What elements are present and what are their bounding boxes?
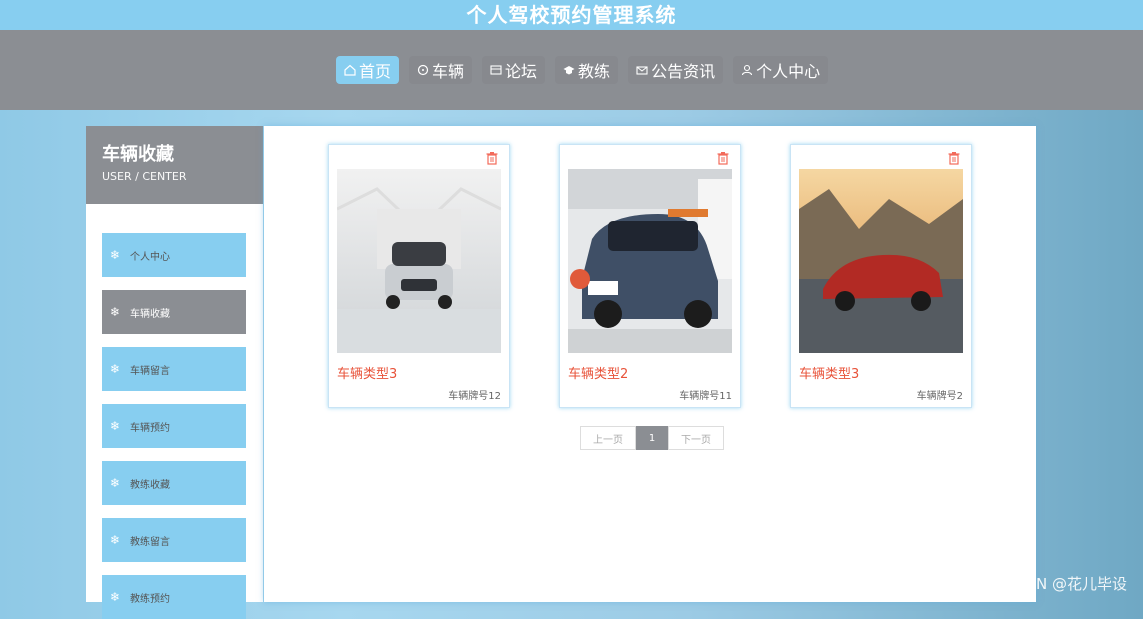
nav-label: 公告资讯: [651, 62, 716, 81]
app-title: 个人驾校预约管理系统: [466, 3, 677, 27]
sidebar: 车辆收藏 USER / CENTER ❄ 个人中心 ❄ 车辆收藏 ❄ 车辆留言 …: [86, 126, 263, 619]
trash-icon[interactable]: [716, 151, 730, 165]
graduation-cap-icon: [563, 66, 575, 75]
snowflake-icon: ❄: [110, 533, 121, 547]
snowflake-icon: ❄: [110, 305, 121, 319]
vehicle-card[interactable]: 车辆类型3 车辆牌号12: [328, 144, 510, 408]
nav-menu: 首页 车辆 论坛 教练 公告资讯 个人中心: [336, 56, 829, 84]
sidebar-subtitle: USER / CENTER: [102, 170, 187, 183]
nav-forum[interactable]: 论坛: [482, 56, 546, 84]
sidebar-item-vehicle-messages[interactable]: ❄ 车辆留言: [102, 347, 246, 391]
sidebar-item-label: 教练留言: [130, 536, 170, 548]
vehicle-card[interactable]: 车辆类型2 车辆牌号11: [559, 144, 741, 408]
pagination: 上一页 1 下一页: [580, 426, 724, 450]
nav-coaches[interactable]: 教练: [555, 56, 619, 84]
snowflake-icon: ❄: [110, 248, 121, 262]
nav-label: 教练: [578, 62, 611, 81]
nav-profile[interactable]: 个人中心: [733, 56, 829, 84]
car-image[interactable]: [568, 169, 732, 353]
sidebar-header: 车辆收藏 USER / CENTER: [86, 126, 263, 204]
user-icon: [742, 64, 753, 76]
sidebar-item-profile[interactable]: ❄ 个人中心: [102, 233, 246, 277]
nav-label: 个人中心: [756, 62, 821, 81]
next-page-button[interactable]: 下一页: [668, 426, 724, 450]
sidebar-item-vehicle-favorites[interactable]: ❄ 车辆收藏: [102, 290, 246, 334]
sidebar-item-coach-messages[interactable]: ❄ 教练留言: [102, 518, 246, 562]
forum-icon: [490, 65, 502, 75]
nav-label: 车辆: [432, 62, 465, 81]
snowflake-icon: ❄: [110, 362, 121, 376]
sidebar-item-label: 车辆收藏: [130, 308, 170, 320]
steering-wheel-icon: [417, 64, 429, 76]
vehicle-card[interactable]: 车辆类型3 车辆牌号2: [790, 144, 972, 408]
trash-icon[interactable]: [947, 151, 961, 165]
nav-label: 首页: [359, 62, 392, 81]
sidebar-item-coach-favorites[interactable]: ❄ 教练收藏: [102, 461, 246, 505]
sidebar-item-label: 车辆预约: [130, 422, 170, 434]
nav-label: 论坛: [505, 62, 538, 81]
watermark: CSDN @花儿毕设: [1004, 575, 1127, 593]
sidebar-item-coach-booking[interactable]: ❄ 教练预约: [102, 575, 246, 619]
sidebar-title: 车辆收藏: [102, 144, 174, 165]
sidebar-item-label: 教练预约: [130, 593, 170, 605]
vehicle-type: 车辆类型3: [337, 367, 398, 382]
nav-news[interactable]: 公告资讯: [628, 56, 724, 84]
sidebar-item-label: 个人中心: [130, 251, 170, 263]
vehicle-type: 车辆类型2: [568, 367, 629, 382]
app-title-bar: 个人驾校预约管理系统: [0, 0, 1143, 30]
snowflake-icon: ❄: [110, 476, 121, 490]
page-number-button[interactable]: 1: [636, 426, 668, 450]
vehicle-plate: 车辆牌号12: [448, 391, 501, 402]
vehicle-plate: 车辆牌号11: [679, 391, 732, 402]
mail-icon: [636, 66, 648, 75]
home-icon: [344, 64, 356, 76]
nav-home[interactable]: 首页: [336, 56, 400, 84]
snowflake-icon: ❄: [110, 419, 121, 433]
sidebar-item-vehicle-booking[interactable]: ❄ 车辆预约: [102, 404, 246, 448]
car-image[interactable]: [799, 169, 963, 353]
nav-vehicles[interactable]: 车辆: [409, 56, 473, 84]
favorites-content: 车辆类型3 车辆牌号12 车辆类型2 车辆牌号11 车辆类型3 车辆牌号2 上一…: [264, 126, 1036, 602]
sidebar-item-label: 车辆留言: [130, 365, 170, 377]
vehicle-type: 车辆类型3: [799, 367, 860, 382]
prev-page-button[interactable]: 上一页: [580, 426, 636, 450]
sidebar-item-label: 教练收藏: [130, 479, 170, 491]
car-image[interactable]: [337, 169, 501, 353]
trash-icon[interactable]: [485, 151, 499, 165]
top-nav: 首页 车辆 论坛 教练 公告资讯 个人中心: [0, 30, 1143, 110]
vehicle-plate: 车辆牌号2: [916, 391, 963, 402]
